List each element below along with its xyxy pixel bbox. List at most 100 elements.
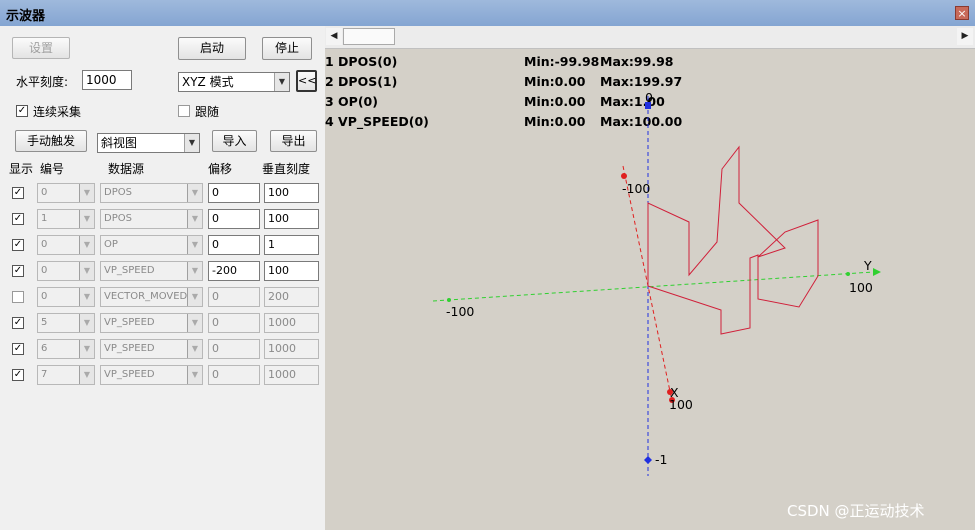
row-index-value: 5 [41,317,48,328]
row-index-value: 7 [41,369,48,380]
trace-line [647,145,819,335]
y-axis-neg-label: -100 [446,304,474,319]
h-scale-label: 水平刻度: [16,75,69,89]
manual-trigger-button[interactable]: 手动触发 [15,130,87,152]
x-axis-neg-label: -100 [622,181,650,196]
row-source-select[interactable]: VP_SPEED ▼ [100,365,203,385]
row-index-value: 0 [41,187,48,198]
chevron-down-icon: ▼ [79,366,94,384]
row-offset-input[interactable]: 0 [208,365,260,385]
chevron-down-icon: ▼ [184,134,199,152]
y-axis-neg-marker [447,298,451,302]
chevron-down-icon: ▼ [79,236,94,254]
stop-button[interactable]: 停止 [262,37,312,60]
row-show-checkbox[interactable]: ✓ [12,187,24,199]
control-panel: 设置 启动 停止 水平刻度: 1000 XYZ 模式 ▼ << ✓ 连续采集 跟… [0,26,325,530]
row-offset-input[interactable]: 0 [208,235,260,255]
row-scale-input[interactable]: 200 [264,287,319,307]
collapse-button[interactable]: << [296,70,317,92]
row-source-select[interactable]: DPOS ▼ [100,183,203,203]
follow-label: 跟随 [195,105,220,119]
row-source-select[interactable]: VP_SPEED ▼ [100,339,203,359]
check-icon: ✓ [13,213,23,224]
row-index-select[interactable]: 0 ▼ [37,261,95,281]
y-axis-pos-marker [846,272,850,276]
scroll-thumb[interactable] [343,28,395,45]
chevron-down-icon: ▼ [187,210,202,228]
row-scale-input[interactable]: 100 [264,183,319,203]
chevron-down-icon: ▼ [187,236,202,254]
row-source-select[interactable]: VECTOR_MOVED ▼ [100,287,203,307]
row-index-select[interactable]: 7 ▼ [37,365,95,385]
row-source-select[interactable]: VP_SPEED ▼ [100,261,203,281]
row-index-value: 0 [41,291,48,302]
scroll-left-icon[interactable]: ◀ [326,28,342,45]
row-show-checkbox[interactable]: ✓ [12,317,24,329]
continuous-label: 连续采集 [33,105,82,119]
z-axis-pos-label: 0 [645,90,653,105]
row-index-select[interactable]: 0 ▼ [37,287,95,307]
row-source-value: VP_SPEED [104,265,155,276]
row-offset-input[interactable]: 0 [208,313,260,333]
scroll-right-icon[interactable]: ▶ [957,28,973,45]
check-icon: ✓ [13,343,23,354]
row-show-checkbox[interactable]: ✓ [12,213,24,225]
row-index-select[interactable]: 0 ▼ [37,235,95,255]
row-offset-input[interactable]: 0 [208,209,260,229]
row-index-select[interactable]: 6 ▼ [37,339,95,359]
row-scale-input[interactable]: 100 [264,261,319,281]
chevron-down-icon: ▼ [79,288,94,306]
continuous-checkbox[interactable]: ✓ [16,105,28,117]
chevron-down-icon: ▼ [79,314,94,332]
mode-select[interactable]: XYZ 模式 ▼ [178,72,290,92]
chevron-down-icon: ▼ [187,314,202,332]
row-scale-input[interactable]: 1000 [264,313,319,333]
mode-select-value: XYZ 模式 [182,75,234,89]
horizontal-scrollbar[interactable]: ◀ ▶ [325,26,975,49]
row-source-value: DPOS [104,213,132,224]
row-offset-input[interactable]: 0 [208,183,260,203]
y-axis-arrow-icon [873,268,881,276]
import-button[interactable]: 导入 [212,130,257,152]
row-scale-input[interactable]: 1 [264,235,319,255]
row-source-value: VP_SPEED [104,343,155,354]
row-index-select[interactable]: 0 ▼ [37,183,95,203]
row-show-checkbox[interactable]: ✓ [12,369,24,381]
row-source-value: DPOS [104,187,132,198]
h-scale-input[interactable]: 1000 [82,70,132,90]
header-offset: 偏移 [208,162,233,176]
export-button[interactable]: 导出 [270,130,317,152]
row-offset-input[interactable]: -200 [208,261,260,281]
row-source-select[interactable]: OP ▼ [100,235,203,255]
row-offset-input[interactable]: 0 [208,287,260,307]
check-icon: ✓ [13,317,23,328]
start-button[interactable]: 启动 [178,37,246,60]
y-axis-line [432,271,874,302]
check-icon: ✓ [13,239,23,250]
row-show-checkbox[interactable] [12,291,24,303]
row-scale-input[interactable]: 100 [264,209,319,229]
row-scale-input[interactable]: 1000 [264,339,319,359]
row-index-select[interactable]: 5 ▼ [37,313,95,333]
close-button[interactable]: × [955,6,969,20]
row-scale-input[interactable]: 1000 [264,365,319,385]
row-show-checkbox[interactable]: ✓ [12,265,24,277]
row-show-checkbox[interactable]: ✓ [12,239,24,251]
title-bar: 示波器 × [0,0,975,27]
row-source-value: OP [104,239,118,250]
watermark-text: CSDN @正运动技术 [787,502,925,520]
header-index: 编号 [40,162,65,176]
settings-button[interactable]: 设置 [12,37,70,59]
row-offset-input[interactable]: 0 [208,339,260,359]
chevron-down-icon: ▼ [187,366,202,384]
row-index-select[interactable]: 1 ▼ [37,209,95,229]
x-axis-pos-label: 100 [669,397,693,412]
row-source-select[interactable]: VP_SPEED ▼ [100,313,203,333]
row-show-checkbox[interactable]: ✓ [12,343,24,355]
follow-checkbox[interactable] [178,105,190,117]
row-source-select[interactable]: DPOS ▼ [100,209,203,229]
header-source: 数据源 [108,162,145,176]
chevron-down-icon: ▼ [79,340,94,358]
chevron-down-icon: ▼ [187,184,202,202]
view-select[interactable]: 斜视图 ▼ [97,133,200,153]
